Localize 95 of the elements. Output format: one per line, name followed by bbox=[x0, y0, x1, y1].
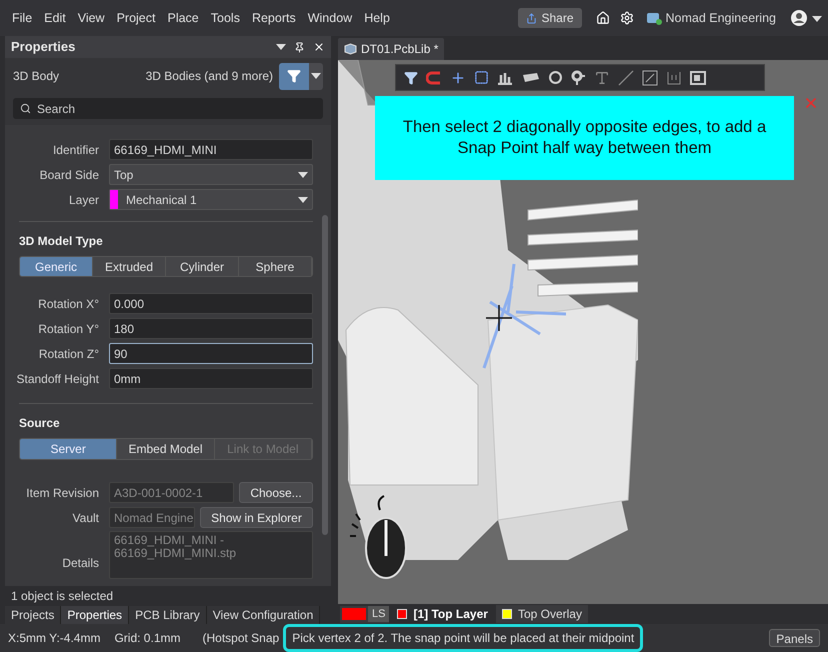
snap-mode: (Hotspot Snap bbox=[202, 630, 280, 647]
field-label: Vault bbox=[72, 510, 100, 526]
choose-button[interactable]: Choose... bbox=[239, 482, 313, 503]
number-field[interactable]: 90 bbox=[109, 343, 313, 364]
close-icon[interactable] bbox=[313, 41, 325, 53]
instruction-callout: Then select 2 diagonally opposite edges, to add a Snap Point half way between them bbox=[375, 96, 794, 180]
dropdown-caret-icon bbox=[298, 196, 308, 202]
panels-button[interactable]: Panels bbox=[769, 629, 820, 647]
menu-item[interactable]: Project bbox=[110, 8, 162, 28]
menu-item[interactable]: Tools bbox=[204, 8, 246, 28]
segment-tab[interactable]: Generic bbox=[20, 257, 93, 276]
panel-tab[interactable]: Projects bbox=[5, 606, 62, 624]
section-title: 3D Model Type bbox=[19, 233, 104, 250]
panel-tab[interactable]: PCB Library bbox=[129, 606, 207, 624]
field-label: Item Revision bbox=[25, 484, 100, 502]
text-icon[interactable] bbox=[594, 70, 610, 86]
revision-field: A3D-001-0002-1 bbox=[109, 482, 234, 503]
settings-icon[interactable] bbox=[620, 11, 634, 25]
3d-viewport[interactable]: Then select 2 diagonally opposite edges, to add a Snap Point half way between them bbox=[338, 60, 828, 604]
menu-item[interactable]: Reports bbox=[246, 8, 302, 28]
field-label: Standoff Height bbox=[15, 370, 100, 388]
segment-tab[interactable]: Cylinder bbox=[166, 257, 239, 276]
search-field[interactable]: Search bbox=[13, 98, 323, 119]
board-shape-icon[interactable] bbox=[690, 70, 706, 86]
layer-set-button[interactable]: LS bbox=[340, 606, 390, 622]
region-icon[interactable] bbox=[666, 70, 682, 86]
menu-item[interactable]: Edit bbox=[38, 8, 72, 28]
field-label: Rotation Y° bbox=[37, 320, 100, 338]
section-title: Source bbox=[19, 415, 61, 432]
share-icon bbox=[526, 12, 538, 24]
dropdown-caret-icon bbox=[812, 16, 822, 22]
crosshair-icon bbox=[486, 305, 512, 331]
pin-icon[interactable] bbox=[294, 42, 305, 52]
share-button[interactable]: Share bbox=[518, 8, 582, 28]
field-label: Rotation Z° bbox=[38, 346, 100, 362]
field-label: Board Side bbox=[38, 166, 100, 184]
home-icon[interactable] bbox=[596, 11, 610, 25]
number-field[interactable]: 180 bbox=[109, 318, 313, 339]
selection-status: 1 object is selected bbox=[5, 586, 331, 606]
field-label: Rotation X° bbox=[37, 296, 100, 312]
magnet-icon[interactable] bbox=[426, 70, 442, 84]
filter-dropdown-button[interactable] bbox=[309, 62, 323, 90]
layer-name: Mechanical 1 bbox=[126, 192, 197, 208]
show-in-explorer-button[interactable]: Show in Explorer bbox=[200, 507, 313, 528]
document-title: DT01.PcbLib * bbox=[361, 41, 438, 58]
line-icon[interactable] bbox=[618, 70, 634, 86]
selection-rectangle-icon[interactable] bbox=[474, 70, 489, 85]
vault-field: Nomad Engine bbox=[109, 507, 195, 528]
segment-tab[interactable]: Sphere bbox=[239, 257, 312, 276]
filter-icon bbox=[287, 69, 301, 83]
crosshair-tool-icon[interactable] bbox=[450, 70, 466, 86]
search-icon bbox=[20, 103, 31, 114]
dropdown-caret-icon bbox=[276, 44, 286, 50]
menu-item[interactable]: File bbox=[6, 8, 38, 28]
cube-icon bbox=[344, 43, 357, 55]
object-type: 3D Body bbox=[13, 68, 60, 85]
segment-tab[interactable]: Embed Model bbox=[117, 439, 215, 459]
field-label: Layer bbox=[68, 192, 100, 208]
dropdown-caret-icon bbox=[311, 73, 321, 79]
filter-button[interactable] bbox=[279, 62, 309, 90]
panel-title: Properties bbox=[11, 38, 76, 56]
dropdown-caret-icon bbox=[298, 172, 308, 178]
menu-item[interactable]: View bbox=[72, 8, 111, 28]
coordinates: X:5mm Y:-4.4mm bbox=[8, 630, 100, 647]
via-icon[interactable] bbox=[570, 70, 586, 86]
dimension-icon[interactable] bbox=[642, 70, 658, 86]
details-field: 66169_HDMI_MINI - 66169_HDMI_MINI.stp bbox=[109, 531, 313, 579]
server-icon bbox=[646, 11, 662, 25]
filter-summary: 3D Bodies (and 9 more) bbox=[146, 68, 273, 85]
user-icon[interactable] bbox=[790, 9, 808, 27]
workspace-name[interactable]: Nomad Engineering bbox=[666, 8, 776, 28]
grid-size: Grid: 0.1mm bbox=[114, 630, 180, 647]
segment-tab[interactable]: Server bbox=[20, 439, 118, 459]
menu-item[interactable]: Help bbox=[358, 8, 396, 28]
scrollbar-drawing[interactable] bbox=[319, 125, 331, 586]
panel-tab[interactable]: View Configuration bbox=[206, 606, 320, 624]
field-label: Identifier bbox=[52, 142, 100, 158]
number-field[interactable]: 0.000 bbox=[109, 293, 313, 314]
menu-item[interactable]: Window bbox=[302, 8, 358, 28]
identifier-field[interactable]: 66169_HDMI_MINI bbox=[109, 139, 313, 160]
panel-tab[interactable]: Properties bbox=[61, 606, 130, 624]
layer-tab[interactable]: Top Overlay bbox=[496, 605, 588, 623]
menu-item[interactable]: Place bbox=[161, 8, 205, 28]
field-label: Details bbox=[61, 555, 100, 572]
align-icon[interactable] bbox=[497, 70, 513, 84]
pad-icon[interactable] bbox=[549, 71, 562, 84]
filter-icon[interactable] bbox=[404, 70, 418, 84]
snap-edge-marker-icon bbox=[480, 262, 566, 370]
status-message: Pick vertex 2 of 2. The snap point will be placed at their midpoint bbox=[283, 624, 644, 652]
segment-tab[interactable]: Extruded bbox=[93, 257, 166, 276]
document-tab[interactable]: DT01.PcbLib * bbox=[338, 38, 444, 60]
layer-dropdown[interactable]: Mechanical 1 bbox=[109, 189, 313, 210]
chip-icon[interactable] bbox=[521, 70, 541, 84]
number-field[interactable]: 0mm bbox=[109, 368, 313, 389]
dropdown-field[interactable]: Top bbox=[109, 164, 313, 185]
